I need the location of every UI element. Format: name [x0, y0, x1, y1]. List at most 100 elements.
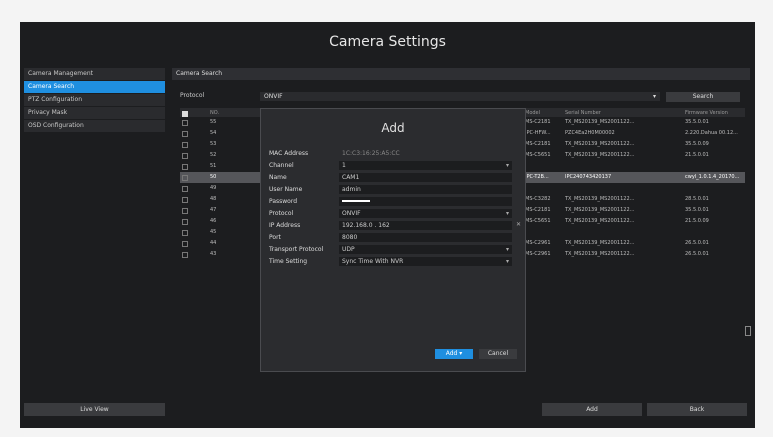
ip-input[interactable]: 192.168.0 . 162	[339, 221, 512, 230]
protocol-select-value: ONVIF	[264, 93, 283, 100]
transport-select[interactable]: UDP ▾	[339, 245, 512, 254]
row-no: 55	[210, 119, 217, 125]
row-model: MS-C5651	[525, 218, 551, 224]
scrollbar-handle[interactable]	[745, 326, 751, 336]
row-no: 43	[210, 251, 217, 257]
dialog-add-label: Add	[445, 350, 458, 357]
row-firmware: 28.5.0.01	[685, 196, 709, 202]
chevron-down-icon: ▾	[505, 210, 509, 217]
row-no: 48	[210, 196, 217, 202]
close-icon[interactable]: ✕	[516, 221, 521, 228]
row-checkbox[interactable]	[182, 120, 188, 126]
row-serial: TX_MS20139_MS2001122...	[565, 152, 635, 158]
row-model: MS-C2181	[525, 119, 551, 125]
row-checkbox[interactable]	[182, 241, 188, 247]
row-firmware: 21.5.0.01	[685, 152, 709, 158]
row-checkbox[interactable]	[182, 142, 188, 148]
row-no: 44	[210, 240, 217, 246]
row-no: 49	[210, 185, 217, 191]
ip-value: 192.168.0 . 162	[342, 222, 390, 229]
name-label: Name	[269, 174, 287, 181]
row-checkbox[interactable]	[182, 175, 188, 181]
channel-value: 1	[342, 162, 346, 169]
channel-select[interactable]: 1 ▾	[339, 161, 512, 170]
row-checkbox[interactable]	[182, 219, 188, 225]
chevron-down-icon: ▾	[652, 93, 656, 100]
password-input[interactable]	[339, 197, 512, 206]
row-firmware: 26.5.0.01	[685, 251, 709, 257]
channel-label: Channel	[269, 162, 294, 169]
row-model: MS-C3282	[525, 196, 551, 202]
row-checkbox[interactable]	[182, 230, 188, 236]
row-serial: PZC4Ea2H0M00002	[565, 130, 615, 136]
password-row: Password	[269, 197, 517, 207]
protocol-field-select[interactable]: ONVIF ▾	[339, 209, 512, 218]
row-checkbox[interactable]	[182, 164, 188, 170]
dialog-cancel-button[interactable]: Cancel	[479, 349, 517, 359]
row-no: 53	[210, 141, 217, 147]
live-view-button[interactable]: Live View	[24, 403, 165, 416]
sidebar-item-camera-management[interactable]: Camera Management	[24, 68, 165, 81]
chevron-down-icon: ▾	[505, 258, 509, 265]
password-mask	[342, 200, 370, 202]
protocol-field-value: ONVIF	[342, 210, 361, 217]
protocol-row: Protocol ONVIF ▾	[269, 209, 517, 219]
transport-value: UDP	[342, 246, 355, 253]
port-value: 8080	[342, 234, 358, 241]
row-firmware: 2.220.Dahua 00.12...	[685, 130, 738, 136]
row-serial: IPC240743420137	[565, 174, 612, 180]
row-model: IPC-HFW...	[525, 130, 551, 136]
row-no: 50	[210, 174, 217, 180]
row-checkbox[interactable]	[182, 153, 188, 159]
port-row: Port 8080	[269, 233, 517, 243]
port-input[interactable]: 8080	[339, 233, 512, 242]
row-model: MS-C2961	[525, 240, 551, 246]
transport-row: Transport Protocol UDP ▾	[269, 245, 517, 255]
search-button[interactable]: Search	[666, 92, 740, 102]
row-checkbox[interactable]	[182, 186, 188, 192]
row-serial: TX_MS20139_MS2001122...	[565, 141, 635, 147]
row-serial: TX_MS20139_MS2001122...	[565, 119, 635, 125]
row-checkbox[interactable]	[182, 252, 188, 258]
row-serial: TX_MS20139_MS2001122...	[565, 196, 635, 202]
row-checkbox[interactable]	[182, 197, 188, 203]
add-camera-dialog: Add MAC Address 1C:C3:16:25:A5:CC Channe…	[260, 108, 526, 372]
channel-row: Channel 1 ▾	[269, 161, 517, 171]
sidebar-item-camera-search[interactable]: Camera Search	[24, 81, 165, 94]
protocol-bar: Protocol ONVIF ▾	[180, 92, 660, 102]
sidebar-item-privacy-mask[interactable]: Privacy Mask	[24, 107, 165, 120]
row-model: IPC-T2B...	[525, 174, 549, 180]
ip-row: IP Address 192.168.0 . 162 ✕	[269, 221, 521, 231]
chevron-down-icon: ▾	[505, 246, 509, 253]
protocol-field-label: Protocol	[269, 210, 294, 217]
chevron-down-icon: ▾	[505, 162, 509, 169]
mac-label: MAC Address	[269, 150, 309, 157]
username-value: admin	[342, 186, 361, 193]
username-input[interactable]: admin	[339, 185, 512, 194]
dialog-add-button[interactable]: Add ▾	[435, 349, 473, 359]
name-row: Name CAM1	[269, 173, 517, 183]
row-checkbox[interactable]	[182, 208, 188, 214]
row-no: 52	[210, 152, 217, 158]
sidebar-item-osd-configuration[interactable]: OSD Configuration	[24, 120, 165, 133]
back-button[interactable]: Back	[647, 403, 747, 416]
username-label: User Name	[269, 186, 303, 193]
protocol-label: Protocol	[180, 92, 205, 99]
row-serial: TX_MS20139_MS2001122...	[565, 240, 635, 246]
col-no-header: NO.	[210, 110, 220, 116]
row-no: 54	[210, 130, 217, 136]
time-value: Sync Time With NVR	[342, 258, 404, 265]
row-model: MS-C5651	[525, 152, 551, 158]
page-title: Camera Settings	[329, 34, 446, 50]
row-checkbox[interactable]	[182, 131, 188, 137]
row-firmware: 35.5.0.09	[685, 141, 709, 147]
col-firmware-header: Firmware Version	[685, 110, 728, 116]
time-label: Time Setting	[269, 258, 308, 265]
name-input[interactable]: CAM1	[339, 173, 512, 182]
mac-value: 1C:C3:16:25:A5:CC	[342, 150, 400, 157]
add-button[interactable]: Add	[542, 403, 642, 416]
time-select[interactable]: Sync Time With NVR ▾	[339, 257, 512, 266]
chevron-down-icon: ▾	[459, 350, 463, 357]
protocol-select[interactable]: ONVIF ▾	[260, 92, 660, 101]
sidebar-item-ptz-configuration[interactable]: PTZ Configuration	[24, 94, 165, 107]
